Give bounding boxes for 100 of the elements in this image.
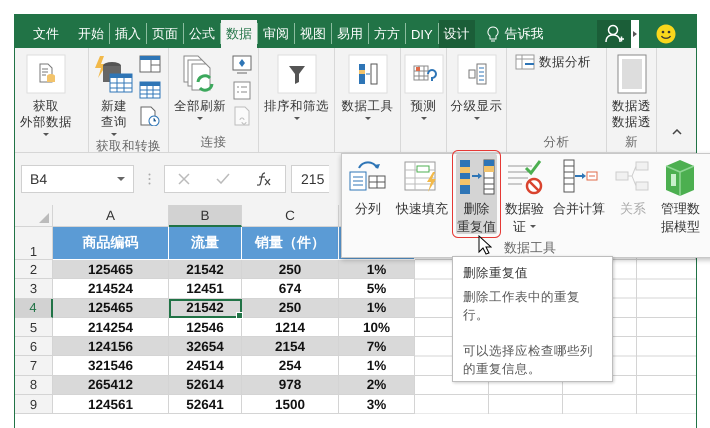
menu-button[interactable]: 快速填充 <box>395 154 449 234</box>
document-database-icon <box>26 54 66 94</box>
table-cell: 1% <box>339 260 415 280</box>
menu-button[interactable]: 合并计算 <box>552 154 606 234</box>
chevron-up-icon <box>672 129 682 135</box>
table-button[interactable] <box>139 80 161 100</box>
outline-icon <box>456 54 496 94</box>
ribbon-button[interactable]: 数据工具 <box>340 52 394 134</box>
table-cell: 2% <box>339 376 415 396</box>
table-icon <box>139 80 161 100</box>
table-cell: 3% <box>339 395 415 414</box>
close-icon <box>178 173 190 185</box>
monitor-icon <box>231 54 253 74</box>
ribbon-button[interactable]: 数据分析 <box>511 52 595 72</box>
header-cell: 销量（件） <box>242 227 339 260</box>
fill-handle[interactable] <box>236 312 243 319</box>
row-header[interactable]: 9 <box>15 395 53 414</box>
expand-arrow-icon <box>633 31 637 37</box>
list-button[interactable] <box>231 80 253 100</box>
tooltip-title: 删除重复值 <box>463 265 529 282</box>
tooltip-text: 删除工作表中的重复行。 <box>463 289 581 324</box>
table-cell: 32654 <box>169 337 242 356</box>
group-label: 获取和转换 <box>95 138 162 154</box>
ribbon-button[interactable]: 分级显示 <box>450 52 504 134</box>
group-label: 连接 <box>200 134 228 150</box>
ribbon-button[interactable]: 获取 外部数据 <box>19 52 73 138</box>
ribbon-tab[interactable]: 视图 <box>295 20 331 48</box>
table-cell: 21542 <box>169 260 242 280</box>
checkmark-icon <box>216 173 230 185</box>
ribbon-tab[interactable]: 开始 <box>73 20 109 48</box>
table-cell: 1500 <box>242 395 339 414</box>
header-cell: 商品编码 <box>53 227 169 260</box>
name-box[interactable]: B4 <box>21 165 134 193</box>
table-cell: 125465 <box>53 298 169 318</box>
table-cell: 125465 <box>53 260 169 280</box>
tooltip-text: 可以选择应检查哪些列的重复信息。 <box>463 343 594 378</box>
group-label: 分析 <box>542 134 570 150</box>
person-add-icon <box>604 24 624 44</box>
table-icon <box>515 54 535 70</box>
ribbon-tab[interactable]: 审阅 <box>258 20 294 48</box>
column-header[interactable]: C <box>242 205 339 227</box>
row-header[interactable]: 4 <box>15 298 53 318</box>
table-cell: 1% <box>339 298 415 318</box>
table-button[interactable] <box>139 54 161 74</box>
ribbon-tab[interactable]: 公式 <box>184 20 220 48</box>
table-icon <box>139 54 161 74</box>
row-header[interactable]: 3 <box>15 279 53 299</box>
monitor-button[interactable] <box>231 54 253 74</box>
smiley-icon <box>656 24 676 44</box>
ribbon-tab[interactable]: DIY <box>406 20 438 48</box>
data-validation-icon <box>506 158 544 196</box>
ribbon-tab[interactable]: 页面 <box>147 20 183 48</box>
table-cell: 250 <box>242 298 339 318</box>
ribbon-tab[interactable]: 易用 <box>332 20 368 48</box>
ribbon-tab[interactable]: 插入 <box>110 20 146 48</box>
ribbon-tab[interactable]: 设计 <box>438 20 475 48</box>
selected-cell: 21542 <box>169 298 242 318</box>
table-cell: 2154 <box>242 337 339 356</box>
filter-icon <box>276 54 316 94</box>
menu-button[interactable]: 删除 重复值 <box>456 154 497 234</box>
lightbulb-icon <box>486 26 499 42</box>
ribbon-tab[interactable]: 方方 <box>369 20 405 48</box>
table-cell: 7% <box>339 337 415 356</box>
ribbon-button[interactable]: 数据透 数据透 <box>610 52 652 134</box>
table-cell: 52641 <box>169 395 242 414</box>
menu-button[interactable]: 管理数 据模型 <box>660 154 701 234</box>
menu-button[interactable]: 数据验 证 <box>504 154 545 234</box>
clock-document-button[interactable] <box>139 106 161 126</box>
dropdown-arrow-icon <box>117 177 125 181</box>
table-cell: 265412 <box>53 376 169 396</box>
clock-document-icon <box>139 106 161 126</box>
account-button[interactable] <box>597 20 631 48</box>
row-header[interactable]: 6 <box>15 337 53 356</box>
row-header[interactable]: 2 <box>15 260 53 280</box>
column-header[interactable]: B <box>169 205 242 227</box>
columns-icon <box>348 54 388 94</box>
table-cell: 978 <box>242 376 339 396</box>
ribbon-button[interactable]: 预测 <box>402 52 444 134</box>
row-header[interactable]: 8 <box>15 376 53 396</box>
select-all-icon <box>39 213 49 223</box>
ribbon-tab[interactable]: 文件 <box>33 20 73 48</box>
header-cell: 流量 <box>169 227 242 260</box>
table-cell: 124156 <box>53 337 169 356</box>
column-header[interactable]: A <box>53 205 169 227</box>
ribbon-tab[interactable]: 数据 <box>221 20 257 48</box>
grip-icon <box>148 173 150 185</box>
list-icon <box>231 80 253 100</box>
forecast-icon <box>404 54 444 94</box>
row-header[interactable]: 5 <box>15 318 53 338</box>
ribbon-button[interactable]: 排序和筛选 <box>263 52 330 134</box>
menu-button[interactable]: 分列 <box>348 154 388 234</box>
tell-me-button[interactable]: 告诉我 <box>486 14 544 48</box>
formula-field[interactable]: 215 <box>291 165 329 193</box>
ribbon-button[interactable]: 新建 查询 <box>93 52 135 138</box>
row-header[interactable]: 7 <box>15 356 53 376</box>
group-label: 数据工具 <box>504 239 556 257</box>
table-cell: 52614 <box>169 376 242 396</box>
row-header[interactable]: 1 <box>15 227 53 260</box>
insert-function-button[interactable] <box>256 172 272 186</box>
ribbon-button[interactable]: 全部刷新 <box>173 52 227 134</box>
